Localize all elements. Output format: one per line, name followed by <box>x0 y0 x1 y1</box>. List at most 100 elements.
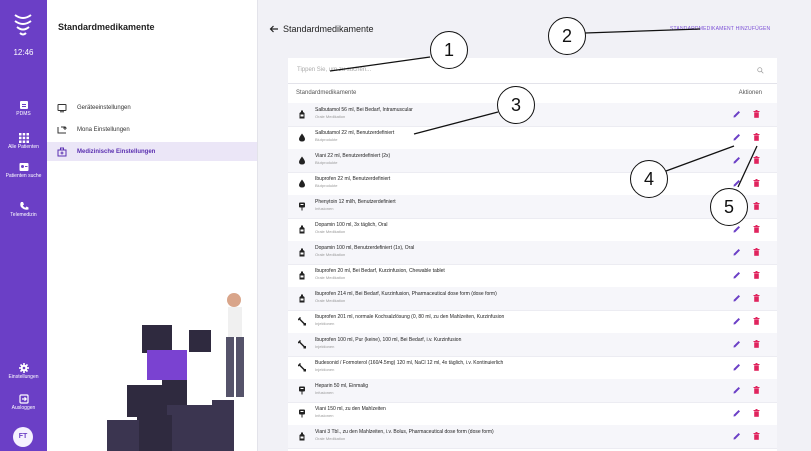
search-icon[interactable] <box>757 67 764 74</box>
table-row[interactable]: Ibuprofen 214 ml, Bei Bedarf, Kurzinfusi… <box>288 287 777 311</box>
callout-2: 2 <box>548 17 586 55</box>
rail-label: Ausloggen <box>11 405 36 411</box>
page-title: Standardmedikamente <box>283 24 374 34</box>
medication-name: Viani 22 ml, Benutzerdefiniert (2x) <box>315 153 391 159</box>
app-logo-icon <box>14 14 32 36</box>
table-row[interactable]: Dopamin 100 ml, 3x täglich, Oral Orale Me… <box>288 218 777 242</box>
syringe-icon <box>298 340 306 349</box>
edit-icon[interactable] <box>733 248 741 256</box>
medication-name: Ibuprofen 20 ml, Bei Bedarf, Kurzinfusio… <box>315 268 445 274</box>
delete-icon[interactable] <box>753 271 760 279</box>
edit-icon[interactable] <box>733 317 741 325</box>
rail-label: PDMS <box>16 111 31 117</box>
table-row[interactable]: Ibuprofen 22 ml, Benutzerdefiniert Blutpr… <box>288 172 777 196</box>
edit-icon[interactable] <box>733 363 741 371</box>
add-medication-button[interactable]: STANDARDMEDIKAMENT HINZUFÜGEN <box>670 26 770 32</box>
delete-icon[interactable] <box>753 248 760 256</box>
delete-icon[interactable] <box>753 225 760 233</box>
device-icon <box>57 103 67 112</box>
panel-title: Standardmedikamente <box>58 22 155 32</box>
medication-type: Orale Medikation <box>315 275 346 280</box>
settings-panel: Standardmedikamente Geräteeinstellungen … <box>47 0 258 451</box>
clock: 12:46 <box>13 48 34 57</box>
edit-icon[interactable] <box>733 386 741 394</box>
table-row[interactable]: Ibuprofen 20 ml, Bei Bedarf, Kurzinfusio… <box>288 264 777 288</box>
rail-item-patient-search[interactable]: Patienten suche <box>0 162 47 179</box>
bottle-icon <box>299 248 305 257</box>
rail-item-logout[interactable]: Ausloggen <box>0 394 47 411</box>
edit-icon[interactable] <box>733 340 741 348</box>
medication-type: Orale Medikation <box>315 436 346 441</box>
arrow-left-icon[interactable] <box>269 24 279 34</box>
menu-label: Medizinische Einstellungen <box>77 148 156 155</box>
table-row[interactable]: Heparin 50 ml, Einmalig Infusionen <box>288 379 777 403</box>
table-row[interactable]: Viani 3 Tbl., zu den Mahlzeiten, i.v. Bo… <box>288 425 777 449</box>
medication-type: Infusionen <box>315 206 334 211</box>
table-row[interactable]: Budesonid / Formoterol (160/4.5mg) 120 m… <box>288 356 777 380</box>
logout-icon <box>18 394 29 404</box>
infusion-icon <box>299 409 305 418</box>
menu-item-medical-settings[interactable]: Medizinische Einstellungen <box>47 142 257 161</box>
delete-icon[interactable] <box>753 179 760 187</box>
medication-type: Orale Medikation <box>315 114 346 119</box>
delete-icon[interactable] <box>753 156 760 164</box>
callout-3: 3 <box>497 86 535 124</box>
rail-item-pdms[interactable]: PDMS <box>0 100 47 117</box>
medication-name: Ibuprofen 201 ml, normale Kochsalzlösung… <box>315 314 505 320</box>
drop-icon <box>299 156 305 165</box>
medication-type: Blutprodukte <box>315 160 338 165</box>
delete-icon[interactable] <box>753 294 760 302</box>
edit-icon[interactable] <box>733 294 741 302</box>
menu-item-mona-settings[interactable]: Mona Einstellungen <box>47 120 257 139</box>
edit-icon[interactable] <box>733 271 741 279</box>
avatar[interactable]: FT <box>13 427 33 447</box>
rail-item-all-patients[interactable]: Alle Patienten <box>0 133 47 150</box>
table-row[interactable]: Salbutamol 22 ml, Benutzerdefiniert Blutp… <box>288 126 777 150</box>
search-bar[interactable]: Tippen Sie, um zu suchen... <box>288 58 777 84</box>
medication-type: Infusionen <box>315 413 334 418</box>
search-input[interactable]: Tippen Sie, um zu suchen... <box>297 67 371 73</box>
rail-item-telemedicine[interactable]: Telemedizin <box>0 201 47 218</box>
delete-icon[interactable] <box>753 317 760 325</box>
medication-name: Dopamin 100 ml, 3x täglich, Oral <box>315 222 388 228</box>
edit-icon[interactable] <box>733 409 741 417</box>
phone-icon <box>19 202 28 210</box>
medication-name: Ibuprofen 22 ml, Benutzerdefiniert <box>315 176 391 182</box>
delete-icon[interactable] <box>753 133 760 141</box>
delete-icon[interactable] <box>753 432 760 440</box>
delete-icon[interactable] <box>753 340 760 348</box>
callout-1: 1 <box>430 31 468 69</box>
rail-item-settings[interactable]: Einstellungen <box>0 363 47 380</box>
delete-icon[interactable] <box>753 409 760 417</box>
menu-label: Mona Einstellungen <box>77 126 130 133</box>
table-row[interactable]: Viani 150 ml, zu den Mahlzeiten Infusione… <box>288 402 777 426</box>
nav-rail: 12:46 PDMS Alle Patienten Patienten such… <box>0 0 47 451</box>
delete-icon[interactable] <box>753 386 760 394</box>
table-row[interactable]: Viani 22 ml, Benutzerdefiniert (2x) Blutp… <box>288 149 777 173</box>
edit-icon[interactable] <box>733 432 741 440</box>
bottle-icon <box>299 271 305 280</box>
delete-icon[interactable] <box>753 110 760 118</box>
table-row[interactable]: Phenytoin 12 ml/h, Benutzerdefiniert Infu… <box>288 195 777 219</box>
delete-icon[interactable] <box>753 363 760 371</box>
medication-type: Blutprodukte <box>315 183 338 188</box>
edit-icon[interactable] <box>733 133 741 141</box>
edit-icon[interactable] <box>733 156 741 164</box>
table-row[interactable]: Ibuprofen 201 ml, normale Kochsalzlösung… <box>288 310 777 334</box>
table-row[interactable]: Dopamin 100 ml, Benutzerdefiniert (1x), … <box>288 241 777 265</box>
medication-name: Dopamin 100 ml, Benutzerdefiniert (1x), … <box>315 245 415 251</box>
callout-4: 4 <box>630 160 668 198</box>
medication-type: Orale Medikation <box>315 229 346 234</box>
clipboard-icon <box>19 101 28 109</box>
edit-icon[interactable] <box>733 225 741 233</box>
table-row[interactable]: Ibuprofen 100 ml, Pur (keine), 100 ml, B… <box>288 333 777 357</box>
menu-item-device-settings[interactable]: Geräteeinstellungen <box>47 98 257 117</box>
medication-name: Viani 3 Tbl., zu den Mahlzeiten, i.v. Bo… <box>315 429 494 435</box>
edit-icon[interactable] <box>733 110 741 118</box>
gear-icon <box>18 363 29 373</box>
back-title[interactable]: Standardmedikamente <box>269 24 374 34</box>
medication-name: Budesonid / Formoterol (160/4.5mg) 120 m… <box>315 360 504 366</box>
delete-icon[interactable] <box>753 202 760 210</box>
medication-type: Injektionen <box>315 321 335 326</box>
edit-icon[interactable] <box>733 179 741 187</box>
